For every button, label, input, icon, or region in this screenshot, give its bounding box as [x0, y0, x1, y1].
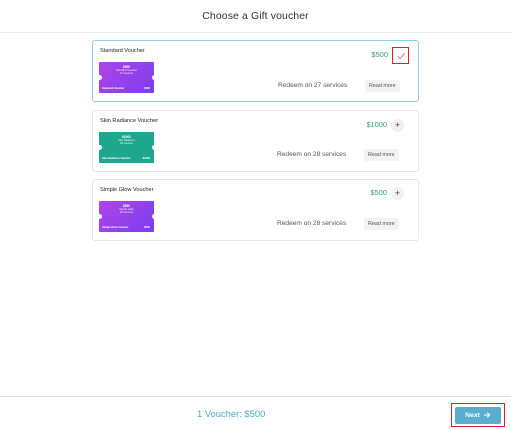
read-more-button[interactable]: Read more — [364, 149, 399, 161]
voucher-price: $500 — [371, 50, 388, 59]
voucher-card-skin-radiance[interactable]: Skin Radiance Voucher $1000 Skin Radianc… — [92, 110, 419, 172]
voucher-price: $1000 — [366, 120, 387, 129]
ticket-subtext: Skin Radiance 28 services — [118, 139, 135, 146]
voucher-price: $500 — [370, 188, 387, 197]
header: Choose a Gift voucher — [0, 0, 511, 33]
voucher-ticket-image: $500 Simple Glow 28 services Simple Glow … — [99, 201, 154, 232]
voucher-ticket-image: $1000 Skin Radiance 28 services Skin Radi… — [99, 132, 154, 163]
voucher-page: Choose a Gift voucher Standard Voucher $… — [0, 0, 511, 430]
selected-checkbox[interactable] — [392, 47, 409, 64]
voucher-name: Simple Glow Voucher — [100, 187, 154, 193]
ticket-subtext: Simple Glow 28 services — [119, 208, 134, 215]
voucher-name: Standard Voucher — [100, 48, 145, 54]
voucher-name: Skin Radiance Voucher — [100, 118, 159, 124]
ticket-value: $500 — [144, 226, 150, 229]
next-label: Next — [465, 411, 480, 419]
ticket-value: $500 — [144, 87, 150, 90]
voucher-ticket-image: $500 Standard Voucher 27 services Standar… — [99, 62, 154, 93]
ticket-name: Skin Radiance Voucher — [102, 157, 131, 160]
next-button[interactable]: Next — [455, 406, 501, 424]
footer-bar: 1 Voucher: $500 Next — [0, 396, 511, 430]
ticket-name: Simple Glow Voucher — [102, 226, 129, 229]
redeem-text: Redeem on 28 services — [277, 220, 347, 227]
read-more-button[interactable]: Read more — [365, 80, 400, 92]
read-more-button[interactable]: Read more — [364, 218, 399, 230]
plus-icon: + — [394, 188, 401, 198]
next-button-frame: Next — [451, 403, 505, 427]
arrow-right-icon — [483, 412, 491, 418]
voucher-card-simple-glow[interactable]: Simple Glow Voucher $500 Simple Glow 28 s… — [92, 179, 419, 241]
page-title: Choose a Gift voucher — [202, 10, 309, 22]
voucher-card-standard[interactable]: Standard Voucher $500 Standard Voucher 27… — [92, 40, 419, 102]
ticket-value: $1000 — [142, 157, 150, 160]
add-voucher-button[interactable]: + — [391, 119, 404, 132]
ticket-subtext: Standard Voucher 27 services — [116, 69, 137, 76]
redeem-text: Redeem on 28 services — [277, 151, 347, 158]
plus-icon: + — [394, 120, 401, 130]
ticket-name: Standard Voucher — [102, 87, 125, 90]
redeem-text: Redeem on 27 services — [278, 82, 348, 89]
add-voucher-button[interactable]: + — [391, 187, 404, 200]
check-icon — [396, 52, 405, 59]
voucher-summary: 1 Voucher: $500 — [197, 408, 266, 419]
